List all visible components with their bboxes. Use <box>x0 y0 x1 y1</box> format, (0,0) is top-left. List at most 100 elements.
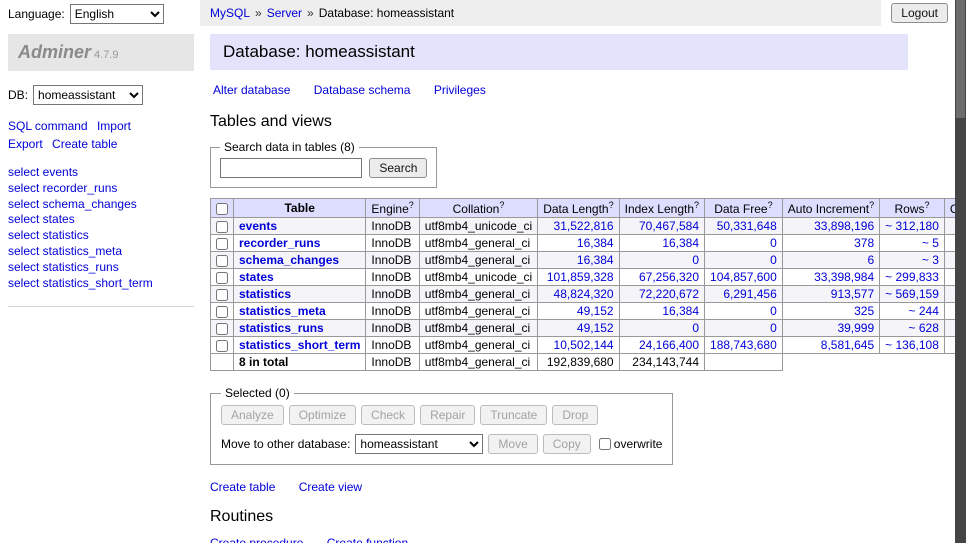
data-free-link[interactable]: 50,331,648 <box>717 219 777 233</box>
rows-link[interactable]: ~ 299,833 <box>885 270 939 284</box>
data-free-link[interactable]: 0 <box>770 304 777 318</box>
routine-link-create-function[interactable]: Create function <box>327 536 408 543</box>
data-free-link[interactable]: 6,291,456 <box>723 287 776 301</box>
table-link-events[interactable]: events <box>239 219 277 233</box>
logout-button[interactable]: Logout <box>891 3 948 23</box>
index-length-link[interactable]: 72,220,672 <box>639 287 699 301</box>
data-length-link[interactable]: 16,384 <box>577 253 614 267</box>
breadcrumb-link-mysql[interactable]: MySQL <box>210 6 250 20</box>
auto-increment-link[interactable]: 378 <box>854 236 874 250</box>
auto-increment-link[interactable]: 39,999 <box>837 321 874 335</box>
data-length-link[interactable]: 49,152 <box>577 321 614 335</box>
rows-link[interactable]: ~ 136,108 <box>885 338 939 352</box>
table-link-statistics-short-term[interactable]: statistics_short_term <box>239 338 360 352</box>
data-free-link[interactable]: 0 <box>770 253 777 267</box>
rows-link[interactable]: ~ 244 <box>909 304 939 318</box>
search-input[interactable] <box>220 158 362 178</box>
row-checkbox[interactable] <box>216 289 228 301</box>
db-select[interactable]: homeassistant <box>33 85 143 105</box>
bottom-link-create-table[interactable]: Create table <box>210 480 275 494</box>
data-free-link[interactable]: 0 <box>770 236 777 250</box>
select-all-checkbox[interactable] <box>216 203 228 215</box>
column-header-auto-increment: Auto Increment? <box>782 199 879 218</box>
table-link-states[interactable]: states <box>239 270 274 284</box>
table-link-statistics-runs[interactable]: statistics_runs <box>239 321 324 335</box>
data-length-link[interactable]: 31,522,816 <box>554 219 614 233</box>
row-checkbox[interactable] <box>216 272 228 284</box>
index-length-link[interactable]: 16,384 <box>662 304 699 318</box>
row-checkbox[interactable] <box>216 323 228 335</box>
data-length-link[interactable]: 101,859,328 <box>547 270 614 284</box>
overwrite-checkbox[interactable] <box>599 438 611 450</box>
table-link-schema-changes[interactable]: schema_changes <box>239 253 339 267</box>
data-length-link[interactable]: 49,152 <box>577 304 614 318</box>
routine-link-create-procedure[interactable]: Create procedure <box>210 536 303 543</box>
language-label: Language: <box>8 7 65 21</box>
index-length-link[interactable]: 24,166,400 <box>639 338 699 352</box>
rows-link[interactable]: ~ 569,159 <box>885 287 939 301</box>
data-length-link[interactable]: 48,824,320 <box>554 287 614 301</box>
rows-link[interactable]: ~ 3 <box>922 253 939 267</box>
truncate-button[interactable]: Truncate <box>480 405 547 425</box>
auto-increment-link[interactable]: 325 <box>854 304 874 318</box>
auto-increment-link[interactable]: 8,581,645 <box>821 338 874 352</box>
sidebar-item-select-statistics[interactable]: select statistics <box>8 228 194 244</box>
sidebar-item-select-states[interactable]: select states <box>8 212 194 228</box>
check-button[interactable]: Check <box>361 405 415 425</box>
sidebar-action-sql-command[interactable]: SQL command <box>8 119 88 133</box>
data-length-link[interactable]: 16,384 <box>577 236 614 250</box>
sidebar-action-create-table[interactable]: Create table <box>52 137 117 151</box>
sidebar-item-select-events[interactable]: select events <box>8 165 194 181</box>
optimize-button[interactable]: Optimize <box>289 405 356 425</box>
breadcrumb: MySQL » Server » Database: homeassistant <box>200 0 881 26</box>
sidebar-item-select-statistics-meta[interactable]: select statistics_meta <box>8 244 194 260</box>
auto-increment-link[interactable]: 913,577 <box>831 287 874 301</box>
db-action-database-schema[interactable]: Database schema <box>314 83 411 97</box>
search-button[interactable]: Search <box>369 158 427 178</box>
table-link-statistics-meta[interactable]: statistics_meta <box>239 304 326 318</box>
sidebar-action-export[interactable]: Export <box>8 137 43 151</box>
scrollbar-thumb[interactable] <box>956 0 965 118</box>
data-free-link[interactable]: 0 <box>770 321 777 335</box>
repair-button[interactable]: Repair <box>420 405 475 425</box>
bottom-link-create-view[interactable]: Create view <box>299 480 362 494</box>
app-logo-link[interactable]: Adminer <box>18 42 91 62</box>
row-checkbox[interactable] <box>216 340 228 352</box>
data-free-link[interactable]: 188,743,680 <box>710 338 777 352</box>
index-length-link[interactable]: 0 <box>692 321 699 335</box>
sidebar-item-select-schema-changes[interactable]: select schema_changes <box>8 197 194 213</box>
sidebar-action-import[interactable]: Import <box>97 119 131 133</box>
drop-button[interactable]: Drop <box>552 405 598 425</box>
sidebar-item-select-recorder-runs[interactable]: select recorder_runs <box>8 181 194 197</box>
index-length-link[interactable]: 0 <box>692 253 699 267</box>
index-length-link[interactable]: 67,256,320 <box>639 270 699 284</box>
vertical-scrollbar[interactable] <box>955 0 966 543</box>
table-link-statistics[interactable]: statistics <box>239 287 291 301</box>
data-free-link[interactable]: 104,857,600 <box>710 270 777 284</box>
breadcrumb-link-server[interactable]: Server <box>267 6 302 20</box>
sidebar-item-select-statistics-runs[interactable]: select statistics_runs <box>8 260 194 276</box>
auto-increment-link[interactable]: 6 <box>867 253 874 267</box>
row-checkbox[interactable] <box>216 238 228 250</box>
index-length-link[interactable]: 70,467,584 <box>639 219 699 233</box>
auto-increment-link[interactable]: 33,898,196 <box>814 219 874 233</box>
table-link-recorder-runs[interactable]: recorder_runs <box>239 236 320 250</box>
move-button[interactable]: Move <box>488 434 537 454</box>
row-checkbox[interactable] <box>216 221 228 233</box>
row-checkbox[interactable] <box>216 306 228 318</box>
db-action-alter-database[interactable]: Alter database <box>213 83 290 97</box>
auto-increment-link[interactable]: 33,398,984 <box>814 270 874 284</box>
move-db-select[interactable]: homeassistant <box>355 434 483 454</box>
row-checkbox[interactable] <box>216 255 228 267</box>
rows-link[interactable]: ~ 628 <box>909 321 939 335</box>
rows-link[interactable]: ~ 312,180 <box>885 219 939 233</box>
sidebar-item-select-statistics-short-term[interactable]: select statistics_short_term <box>8 276 194 292</box>
analyze-button[interactable]: Analyze <box>221 405 284 425</box>
collation-cell: utf8mb4_general_ci <box>419 303 537 320</box>
copy-button[interactable]: Copy <box>543 434 591 454</box>
data-length-link[interactable]: 10,502,144 <box>554 338 614 352</box>
index-length-link[interactable]: 16,384 <box>662 236 699 250</box>
rows-link[interactable]: ~ 5 <box>922 236 939 250</box>
db-action-privileges[interactable]: Privileges <box>434 83 486 97</box>
language-select[interactable]: English <box>70 4 164 24</box>
